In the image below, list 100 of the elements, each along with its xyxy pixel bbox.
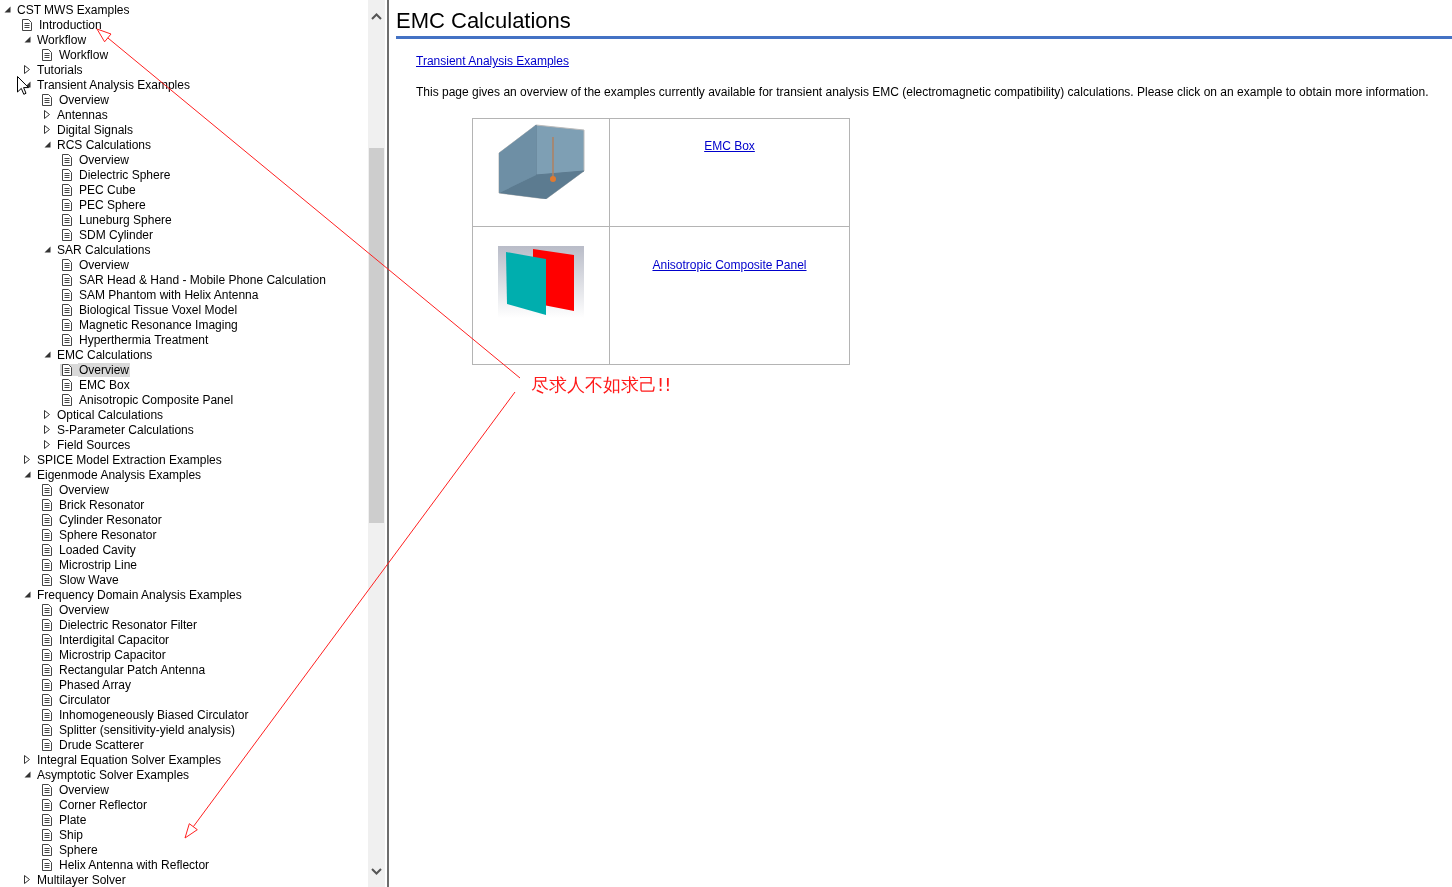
tree-item[interactable]: Antennas <box>56 107 109 122</box>
tree-item[interactable]: S-Parameter Calculations <box>56 422 195 437</box>
collapsed-triangle-icon[interactable] <box>24 755 30 764</box>
tree-item[interactable]: Drude Scatterer <box>58 737 145 752</box>
collapsed-triangle-icon[interactable] <box>44 125 50 134</box>
tree-item[interactable]: SPICE Model Extraction Examples <box>36 452 223 467</box>
example-link[interactable]: Anisotropic Composite Panel <box>652 258 807 272</box>
tree-item[interactable]: Integral Equation Solver Examples <box>36 752 223 767</box>
tree-item[interactable]: Optical Calculations <box>56 407 165 422</box>
tree-item[interactable]: Loaded Cavity <box>58 542 137 557</box>
expanded-triangle-icon[interactable] <box>44 351 51 358</box>
tree-item[interactable]: Circulator <box>58 692 112 707</box>
tree-item[interactable]: Plate <box>58 812 88 827</box>
tree-item[interactable]: Brick Resonator <box>58 497 146 512</box>
document-icon <box>62 213 72 226</box>
collapsed-triangle-icon[interactable] <box>44 425 50 434</box>
document-icon <box>42 798 52 811</box>
document-icon <box>22 18 32 31</box>
document-icon <box>42 858 52 871</box>
tree-item[interactable]: Asymptotic Solver Examples <box>36 767 191 782</box>
collapsed-triangle-icon[interactable] <box>24 455 30 464</box>
tree-item[interactable]: Overview <box>58 92 110 107</box>
tree-item[interactable]: Sphere Resonator <box>58 527 158 542</box>
tree-item[interactable]: Phased Array <box>58 677 133 692</box>
tree-item[interactable]: Field Sources <box>56 437 132 452</box>
expanded-triangle-icon[interactable] <box>44 141 51 148</box>
tree-item[interactable]: Overview <box>58 602 110 617</box>
collapsed-triangle-icon[interactable] <box>44 410 50 419</box>
tree-item[interactable]: Dielectric Resonator Filter <box>58 617 199 632</box>
tree-item[interactable]: Magnetic Resonance Imaging <box>78 317 239 332</box>
tree-item[interactable]: Overview <box>78 152 130 167</box>
tree-item[interactable]: Overview <box>58 782 110 797</box>
tree-item[interactable]: Inhomogeneously Biased Circulator <box>58 707 250 722</box>
tree-item[interactable]: PEC Sphere <box>78 197 147 212</box>
tree-item[interactable]: Microstrip Capacitor <box>58 647 167 662</box>
tree-item[interactable]: SAR Calculations <box>56 242 152 257</box>
tree-item[interactable]: Anisotropic Composite Panel <box>78 392 235 407</box>
tree-item[interactable]: Eigenmode Analysis Examples <box>36 467 203 482</box>
expanded-triangle-icon[interactable] <box>24 771 31 778</box>
tree-item[interactable]: Corner Reflector <box>58 797 149 812</box>
tree-item[interactable]: CST MWS Examples <box>16 2 131 17</box>
document-icon <box>62 183 72 196</box>
page-title: EMC Calculations <box>396 8 572 35</box>
intro-paragraph: This page gives an overview of the examples currently available for transient analysis EMC (electromagnetic compatibility) calculations. Please click on an example to obtain more information. <box>416 85 1430 100</box>
scroll-thumb[interactable] <box>369 148 384 523</box>
scroll-down-icon[interactable] <box>371 867 382 875</box>
collapsed-triangle-icon[interactable] <box>24 65 30 74</box>
document-icon <box>42 603 52 616</box>
tree-item[interactable]: Overview <box>78 362 130 377</box>
scroll-up-icon[interactable] <box>371 12 382 20</box>
tree-item[interactable]: Helix Antenna with Reflector <box>58 857 211 872</box>
tree-item[interactable]: Sphere <box>58 842 99 857</box>
tree-item[interactable]: Slow Wave <box>58 572 120 587</box>
tree-item[interactable]: SAR Head & Hand - Mobile Phone Calculation <box>78 272 327 287</box>
collapsed-triangle-icon[interactable] <box>44 110 50 119</box>
tree-item[interactable]: Interdigital Capacitor <box>58 632 171 647</box>
tree-item[interactable]: Digital Signals <box>56 122 135 137</box>
tree-item[interactable]: Frequency Domain Analysis Examples <box>36 587 243 602</box>
tree-item[interactable]: Introduction <box>38 17 103 32</box>
example-link[interactable]: EMC Box <box>704 139 755 153</box>
tree-item[interactable]: Luneburg Sphere <box>78 212 173 227</box>
tree-item[interactable]: Cylinder Resonator <box>58 512 163 527</box>
tree-item[interactable]: Hyperthermia Treatment <box>78 332 210 347</box>
tree-item[interactable]: PEC Cube <box>78 182 137 197</box>
tree-item[interactable]: Ship <box>58 827 85 842</box>
expanded-triangle-icon[interactable] <box>24 591 31 598</box>
document-icon <box>62 363 72 376</box>
document-icon <box>42 723 52 736</box>
collapsed-triangle-icon[interactable] <box>44 440 50 449</box>
tree-item[interactable]: Multilayer Solver <box>36 872 127 887</box>
tree-item[interactable]: Overview <box>78 257 130 272</box>
tree-item[interactable]: Dielectric Sphere <box>78 167 172 182</box>
tree-item[interactable]: SDM Cylinder <box>78 227 154 242</box>
document-icon <box>42 498 52 511</box>
expanded-triangle-icon[interactable] <box>24 471 31 478</box>
tree-item[interactable]: SAM Phantom with Helix Antenna <box>78 287 260 302</box>
document-icon <box>42 678 52 691</box>
expanded-triangle-icon[interactable] <box>44 246 51 253</box>
document-icon <box>42 513 52 526</box>
tree-item[interactable]: Workflow <box>36 32 88 47</box>
collapsed-triangle-icon[interactable] <box>24 875 30 884</box>
tree-item[interactable]: Overview <box>58 482 110 497</box>
tree-item[interactable]: Microstrip Line <box>58 557 139 572</box>
tree-item[interactable]: Biological Tissue Voxel Model <box>78 302 239 317</box>
tree-item[interactable]: Tutorials <box>36 62 84 77</box>
tree-item[interactable]: Rectangular Patch Antenna <box>58 662 207 677</box>
breadcrumb-link[interactable]: Transient Analysis Examples <box>416 54 569 68</box>
document-icon <box>42 708 52 721</box>
tree-item[interactable]: EMC Calculations <box>56 347 154 362</box>
tree-item[interactable]: RCS Calculations <box>56 137 153 152</box>
tree-item[interactable]: EMC Box <box>78 377 131 392</box>
document-icon <box>42 48 52 61</box>
tree-item[interactable]: Workflow <box>58 47 110 62</box>
tree-item[interactable]: Splitter (sensitivity-yield analysis) <box>58 722 237 737</box>
document-icon <box>62 198 72 211</box>
document-icon <box>62 153 72 166</box>
document-icon <box>42 738 52 751</box>
expanded-triangle-icon[interactable] <box>4 6 11 13</box>
expanded-triangle-icon[interactable] <box>24 36 31 43</box>
scrollbar[interactable] <box>368 0 385 887</box>
